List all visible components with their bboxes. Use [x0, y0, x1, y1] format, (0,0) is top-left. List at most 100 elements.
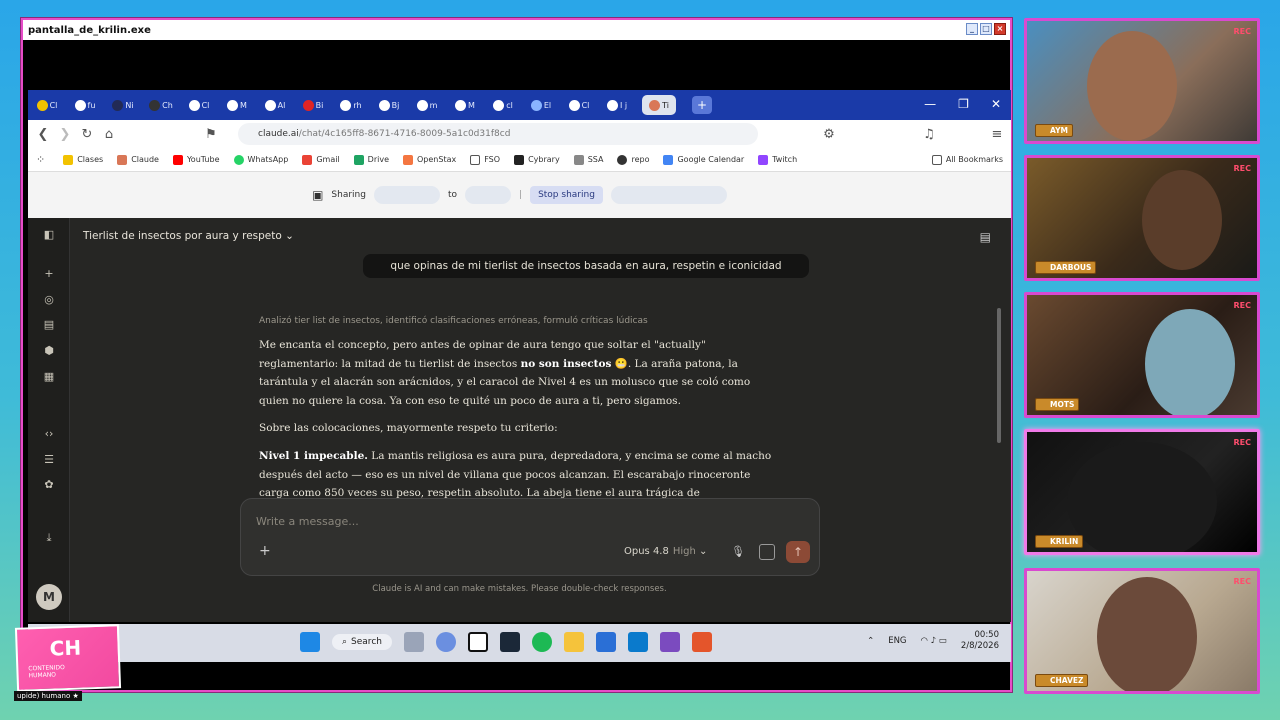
nametag: AYM — [1035, 124, 1073, 137]
bookmark-twitch[interactable]: Twitch — [758, 154, 797, 165]
participant-face — [1087, 31, 1177, 141]
browser-tab[interactable]: m — [414, 95, 440, 115]
bookmark-youtube[interactable]: YouTube — [172, 154, 220, 165]
nametag: MOTS — [1035, 398, 1080, 411]
sharing-source-pill — [373, 186, 440, 204]
projects-icon[interactable]: ▤ — [42, 318, 56, 332]
bookmark-fso[interactable]: FSO — [470, 154, 500, 165]
browser-tab[interactable]: Cl — [34, 95, 60, 115]
browser-window-controls: — ❐ ✕ — [924, 97, 1001, 111]
steam-icon[interactable] — [499, 632, 520, 652]
media-icon[interactable]: ♫ — [918, 127, 940, 142]
chats-icon[interactable]: ◎ — [42, 293, 56, 307]
browser-minimize-icon[interactable]: — — [924, 97, 936, 111]
bookmark-repo[interactable]: repo — [617, 154, 649, 165]
palette-icon[interactable]: ✿ — [42, 478, 56, 492]
bookmark-claude[interactable]: Claude — [117, 154, 159, 165]
sidebar-toggle-icon[interactable]: ◧ — [42, 228, 56, 242]
forward-icon[interactable]: ❯ — [54, 127, 76, 142]
home-icon[interactable]: ⌂ — [98, 127, 120, 142]
bookmark-openstax[interactable]: OpenStax — [403, 154, 456, 165]
bookmark-drive[interactable]: Drive — [353, 154, 389, 165]
browser-tab[interactable]: cl — [490, 95, 516, 115]
brave-icon[interactable] — [691, 632, 712, 652]
bookmark-cybrary[interactable]: Cybrary — [514, 154, 560, 165]
back-icon[interactable]: ❮ — [32, 127, 54, 142]
vscode-icon[interactable] — [627, 632, 648, 652]
browser-tab[interactable]: M — [452, 95, 478, 115]
clock[interactable]: 00:50 2/8/2026 — [961, 630, 999, 652]
add-attachment-icon[interactable]: + — [259, 543, 271, 559]
wifi-icon[interactable]: ◠ ♪ ▭ — [921, 636, 947, 646]
participant-face — [1097, 577, 1197, 691]
chat-scrollbar[interactable] — [997, 308, 1001, 443]
new-tab-button[interactable]: + — [692, 96, 712, 114]
artifacts-icon[interactable]: ⬢ — [42, 344, 56, 358]
minimize-button[interactable]: _ — [966, 23, 978, 35]
thought-summary[interactable]: Analizó tier list de insectos, identific… — [259, 316, 648, 326]
browser-tab[interactable]: Ch — [148, 95, 174, 115]
url-input[interactable]: claude.ai/chat/4c165ff8-8671-4716-8009-5… — [238, 123, 758, 145]
browser-tab[interactable]: Ni — [110, 95, 136, 115]
participant-face — [1067, 442, 1217, 552]
browser-tab[interactable]: Ti — [642, 95, 676, 115]
new-chat-icon[interactable]: + — [42, 267, 56, 281]
maximize-button[interactable]: □ — [980, 23, 992, 35]
list-icon[interactable]: ☰ — [42, 453, 56, 467]
hide-button-pill[interactable] — [610, 186, 727, 204]
chevron-up-icon[interactable]: ⌃ — [867, 636, 874, 646]
browser-tab[interactable]: I j — [604, 95, 630, 115]
bookmark-whatsapp[interactable]: WhatsApp — [233, 154, 288, 165]
extensions-icon[interactable]: ⚙ — [818, 127, 840, 142]
file-explorer-icon[interactable] — [563, 632, 584, 652]
briefcase-icon[interactable]: ▦ — [42, 370, 56, 384]
menu-icon[interactable]: ≡ — [986, 127, 1008, 142]
browser-tab[interactable]: Bi — [300, 95, 326, 115]
bookmark-ssa[interactable]: SSA — [573, 154, 603, 165]
app-icon-blue[interactable] — [595, 632, 616, 652]
browser-tab[interactable]: Bj — [376, 95, 402, 115]
app-icon-r[interactable] — [435, 632, 456, 652]
reload-icon[interactable]: ↻ — [76, 127, 98, 142]
browser-tab[interactable]: rh — [338, 95, 364, 115]
webcam-krilin: REC KRILIN — [1024, 429, 1260, 555]
voice-mode-icon[interactable] — [759, 544, 775, 560]
apps-icon[interactable]: ⁘ — [36, 153, 45, 166]
bookmark-icon[interactable]: ⚑ — [200, 127, 222, 142]
stop-sharing-button[interactable]: Stop sharing — [530, 186, 603, 204]
claude-app: ◧ + ◎ ▤ ⬢ ▦ ‹› ☰ ✿ ⤓ M Tierlist de insec… — [28, 218, 1011, 622]
all-bookmarks[interactable]: All Bookmarks — [931, 154, 1003, 165]
browser-tab[interactable]: Al — [262, 95, 288, 115]
language-indicator[interactable]: ENG — [888, 636, 906, 646]
spotify-icon[interactable] — [531, 632, 552, 652]
bookmark-google-calendar[interactable]: Google Calendar — [663, 154, 744, 165]
close-button[interactable]: × — [994, 23, 1006, 35]
rec-indicator: REC — [1233, 301, 1252, 310]
notion-icon[interactable] — [467, 632, 488, 652]
send-button[interactable]: ↑ — [786, 541, 810, 563]
message-input[interactable]: Write a message... — [256, 515, 359, 528]
webcam-mots: REC MOTS — [1024, 292, 1260, 418]
browser-tab[interactable]: Cl — [566, 95, 592, 115]
microphone-icon[interactable]: 🎙 — [731, 545, 745, 558]
bookmark-gmail[interactable]: Gmail — [302, 154, 340, 165]
task-view-icon[interactable] — [403, 632, 424, 652]
browser-restore-icon[interactable]: ❐ — [958, 97, 969, 111]
chat-title[interactable]: Tierlist de insectos por aura y respeto … — [83, 230, 294, 242]
visual-studio-icon[interactable] — [659, 632, 680, 652]
model-selector[interactable]: Opus 4.8 High ⌄ — [624, 546, 707, 557]
browser-tab[interactable]: fu — [72, 95, 98, 115]
browser-close-icon[interactable]: ✕ — [991, 97, 1001, 111]
bookmark-clases[interactable]: Clases — [63, 154, 103, 165]
document-icon[interactable]: ▤ — [980, 230, 991, 244]
window-titlebar[interactable]: pantalla_de_krilin.exe _ □ × — [23, 20, 1010, 40]
tab-favicon-icon — [649, 99, 661, 111]
to-label: to — [447, 190, 458, 200]
browser-tab[interactable]: El — [528, 95, 554, 115]
start-icon[interactable] — [300, 632, 320, 652]
download-icon[interactable]: ⤓ — [42, 531, 56, 545]
browser-tab[interactable]: Cl — [186, 95, 212, 115]
browser-tab[interactable]: M — [224, 95, 250, 115]
taskbar-search[interactable]: ⌕ Search — [332, 634, 392, 650]
code-icon[interactable]: ‹› — [42, 427, 56, 441]
